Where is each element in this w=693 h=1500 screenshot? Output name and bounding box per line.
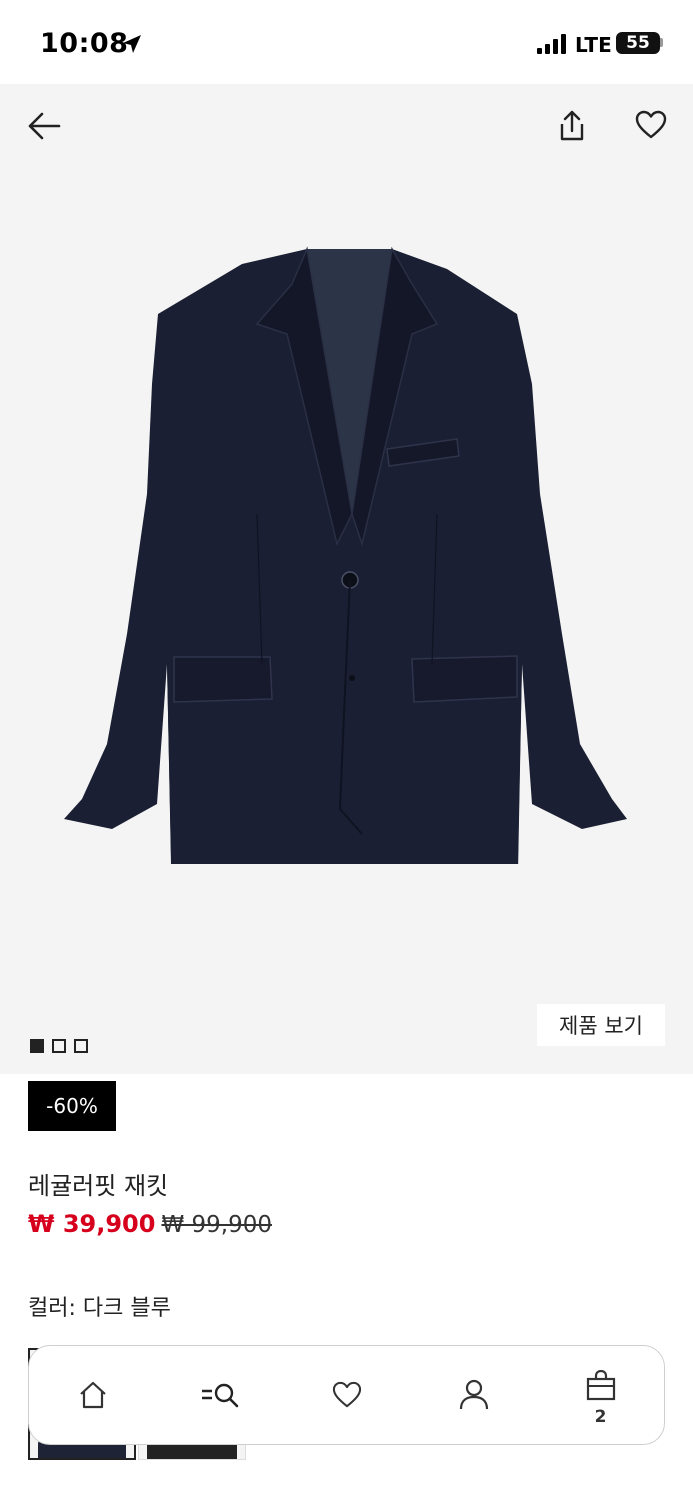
discount-badge: -60% <box>28 1081 116 1131</box>
product-photo <box>64 246 627 864</box>
location-arrow-icon <box>123 35 141 53</box>
share-icon <box>560 110 584 141</box>
network-type: LTE <box>575 33 612 57</box>
home-icon <box>79 1381 106 1409</box>
price-row: ₩ 39,900 ₩ 99,900 <box>28 1210 272 1238</box>
cart-count-badge: 2 <box>594 1407 607 1427</box>
bottom-navigation: 2 <box>28 1345 665 1445</box>
nav-cart[interactable]: 2 <box>566 1355 636 1435</box>
pagination-dot-2[interactable] <box>52 1039 66 1053</box>
wishlist-button[interactable] <box>630 104 672 146</box>
status-time: 10:08 <box>40 28 129 59</box>
shopping-bag-icon <box>586 1370 615 1401</box>
status-bar: 10:08 LTE 55 <box>0 0 693 84</box>
color-label: 컬러: 다크 블루 <box>28 1296 171 1321</box>
cellular-signal-icon <box>537 34 566 54</box>
heart-icon <box>332 1381 361 1408</box>
nav-home[interactable] <box>58 1355 128 1435</box>
battery-indicator: 55 <box>616 32 660 54</box>
user-icon <box>459 1379 488 1410</box>
share-button[interactable] <box>552 106 592 146</box>
nav-account[interactable] <box>439 1355 509 1435</box>
sale-price: ₩ 39,900 <box>28 1210 156 1238</box>
product-name: 레귤러핏 재킷 <box>28 1172 169 1200</box>
battery-cap-icon <box>660 38 663 47</box>
product-image-gallery[interactable]: 제품 보기 <box>0 84 693 1074</box>
pagination-dot-3[interactable] <box>74 1039 88 1053</box>
back-button[interactable] <box>24 106 64 146</box>
heart-icon <box>635 110 667 139</box>
search-menu-icon <box>201 1383 238 1408</box>
arrow-left-icon <box>28 112 61 140</box>
gallery-pagination[interactable] <box>30 1039 88 1053</box>
nav-search[interactable] <box>185 1355 255 1435</box>
nav-wishlist[interactable] <box>312 1355 382 1435</box>
pagination-dot-1[interactable] <box>30 1039 44 1053</box>
view-product-button[interactable]: 제품 보기 <box>537 1004 665 1046</box>
original-price: ₩ 99,900 <box>161 1212 272 1238</box>
